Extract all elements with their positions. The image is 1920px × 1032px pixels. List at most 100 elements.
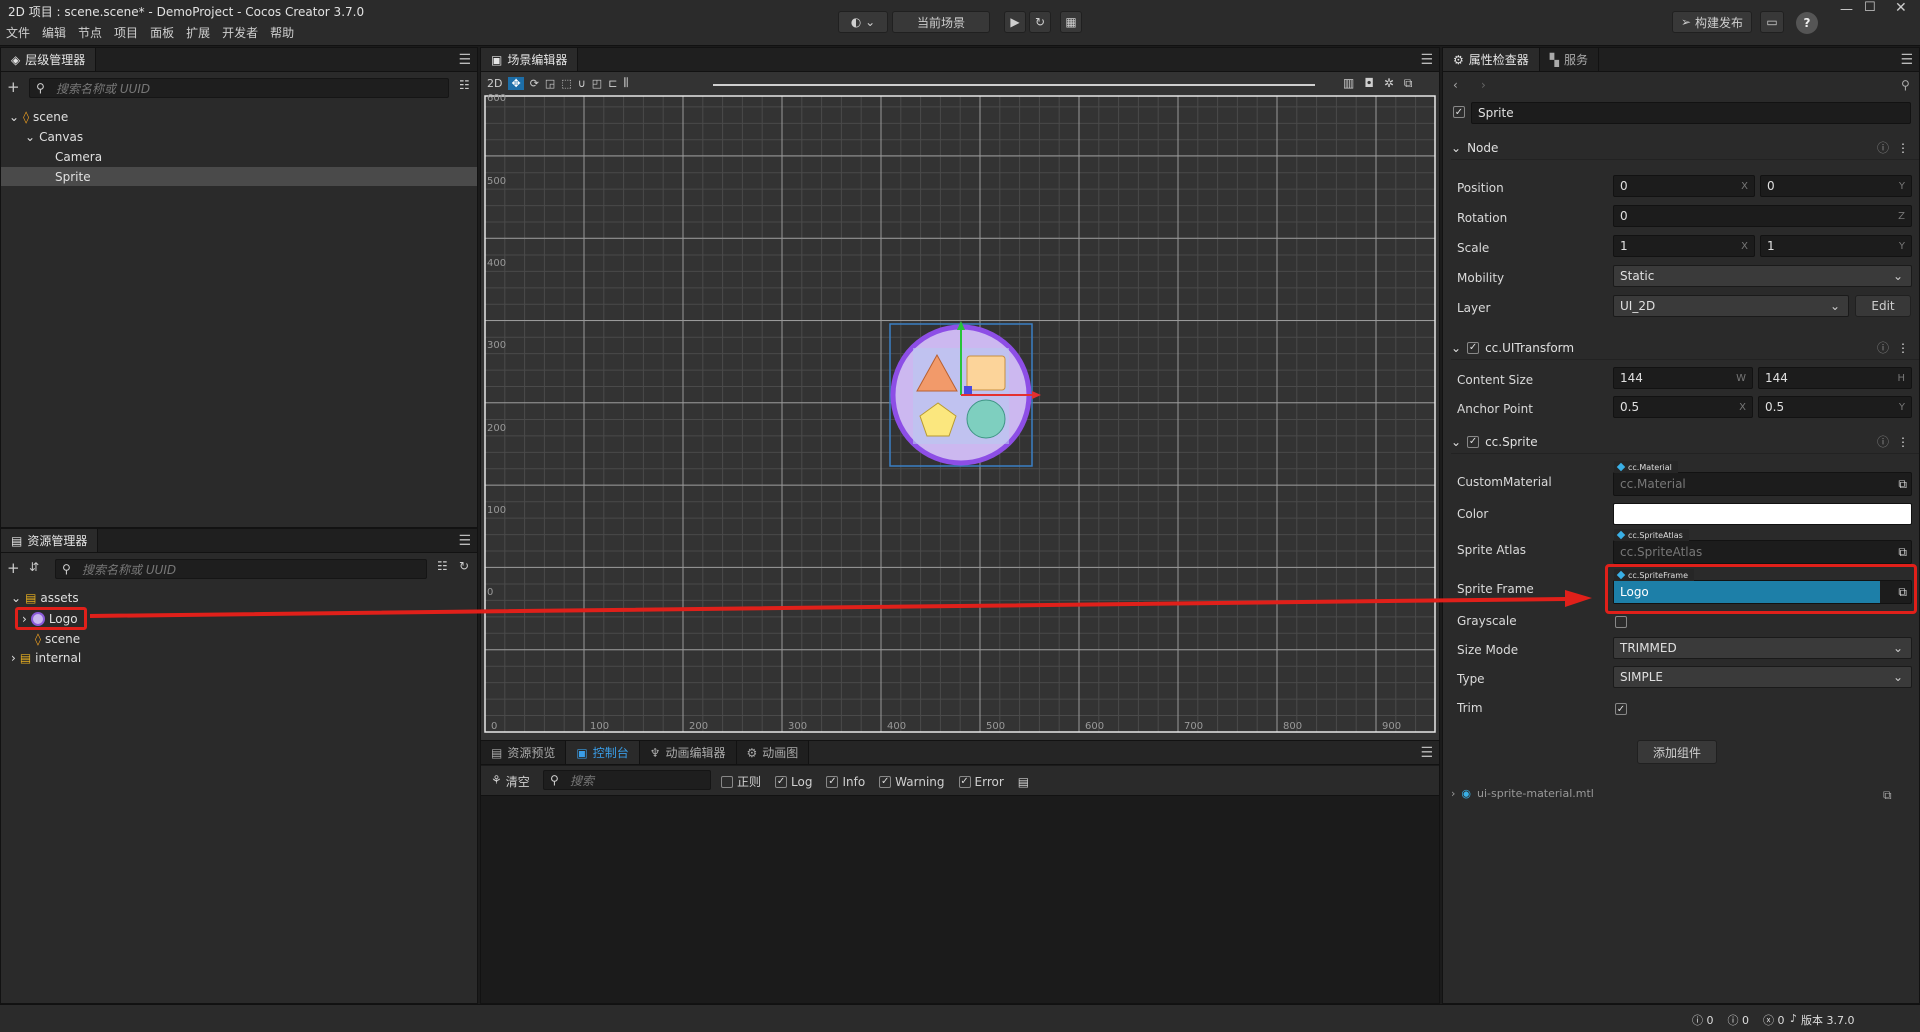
menu-edit[interactable]: 编辑	[42, 24, 66, 41]
tab-console[interactable]: ▣ 控制台	[566, 741, 640, 764]
rotate-tool-icon[interactable]: ⟳	[530, 77, 539, 90]
grayscale-checkbox[interactable]	[1615, 616, 1627, 628]
help-icon[interactable]: ⓘ	[1877, 433, 1889, 450]
type-select[interactable]: SIMPLE ⌄	[1613, 666, 1912, 688]
snap-icon[interactable]: ◰	[592, 77, 602, 90]
custom-material-field[interactable]: cc.Material cc.Material ⧉	[1613, 461, 1912, 496]
asset-picker-icon[interactable]: ⧉	[1898, 585, 1907, 600]
list-options-icon[interactable]: ☷	[437, 559, 448, 573]
tab-assets[interactable]: ▤ 资源管理器	[1, 529, 99, 552]
qrcode-button[interactable]: ▦	[1060, 11, 1082, 33]
checkbox[interactable]: ✓	[775, 775, 788, 788]
tree-item-scene[interactable]: ⌄ ◊ scene	[9, 107, 68, 126]
more-icon[interactable]: ⋮	[1897, 141, 1909, 155]
position-x-input[interactable]: 0X	[1613, 175, 1755, 197]
asset-item-internal[interactable]: › ▤ internal	[11, 648, 81, 667]
trim-checkbox[interactable]: ✓	[1615, 703, 1627, 715]
filter-error[interactable]: ✓ Error	[958, 775, 1004, 789]
scale-x-input[interactable]: 1X	[1613, 235, 1755, 257]
panel-menu-icon[interactable]: ☰	[1420, 52, 1433, 68]
align-icon[interactable]: ⊏	[608, 77, 617, 90]
warning-count[interactable]: ⓘ 0	[1728, 1012, 1750, 1028]
node-section-header[interactable]: ⌄ Node ⓘ ⋮	[1451, 136, 1919, 160]
component-enabled-checkbox[interactable]: ✓	[1467, 341, 1480, 354]
add-node-icon[interactable]: +	[7, 78, 20, 96]
menu-project[interactable]: 项目	[114, 24, 138, 41]
uitransform-section-header[interactable]: ⌄ ✓ cc.UITransform ⓘ ⋮	[1451, 336, 1919, 360]
copy-icon[interactable]: ⧉	[1883, 788, 1892, 803]
menu-developer[interactable]: 开发者	[222, 24, 258, 41]
close-icon[interactable]: ✕	[1895, 0, 1907, 16]
anchor-x-input[interactable]: 0.5 X	[1613, 396, 1753, 418]
maximize-icon[interactable]: ☐	[1864, 0, 1876, 15]
log-file-icon[interactable]: ▤	[1018, 775, 1029, 789]
menu-panel[interactable]: 面板	[150, 24, 174, 41]
console-search-input[interactable]: ⚲ 搜索	[543, 770, 711, 790]
rotation-input[interactable]: 0Z	[1613, 205, 1912, 227]
sprite-frame-field[interactable]: cc.SpriteFrame Logo ⧉	[1613, 569, 1912, 604]
component-enabled-checkbox[interactable]: ✓	[1467, 435, 1480, 448]
scale-y-input[interactable]: 1Y	[1760, 235, 1912, 257]
distribute-icon[interactable]: ⫼	[623, 76, 628, 90]
anchor-y-input[interactable]: 0.5 Y	[1758, 396, 1912, 418]
filter-regex[interactable]: 正则	[721, 773, 761, 790]
asset-item-scene[interactable]: ◊ scene	[35, 629, 80, 648]
folder-button[interactable]: ▭	[1760, 11, 1784, 33]
refresh-icon[interactable]: ↻	[459, 559, 469, 573]
node-active-checkbox[interactable]: ✓	[1453, 106, 1465, 118]
camera-icon[interactable]: ◘	[1364, 76, 1374, 91]
sprite-atlas-field[interactable]: cc.SpriteAtlas cc.SpriteAtlas ⧉	[1613, 529, 1912, 564]
error-count[interactable]: ⓧ 0	[1763, 1012, 1785, 1028]
add-component-button[interactable]: 添加组件	[1637, 740, 1717, 764]
asset-picker-icon[interactable]: ⧉	[1898, 545, 1907, 560]
filter-log[interactable]: ✓ Log	[775, 775, 812, 789]
tree-item-canvas[interactable]: ⌄ Canvas	[25, 127, 83, 146]
color-swatch[interactable]	[1613, 503, 1912, 525]
position-y-input[interactable]: 0Y	[1760, 175, 1912, 197]
settings-icon[interactable]: ✲	[1384, 76, 1394, 91]
checkbox[interactable]: ✓	[958, 775, 971, 788]
checkbox[interactable]: ✓	[879, 775, 892, 788]
asset-item-logo[interactable]: › Logo	[15, 607, 87, 630]
panel-menu-icon[interactable]: ☰	[458, 533, 471, 549]
menu-file[interactable]: 文件	[6, 24, 30, 41]
panel-menu-icon[interactable]: ☰	[458, 52, 471, 68]
node-name-input[interactable]: Sprite	[1471, 102, 1911, 124]
tab-animation-graph[interactable]: ⚙ 动画图	[736, 741, 810, 764]
tab-inspector[interactable]: ⚙ 属性检查器	[1443, 48, 1540, 71]
assets-search-input[interactable]: ⚲ 搜索名称或 UUID	[55, 559, 427, 579]
sort-icon[interactable]: ⇵	[29, 560, 39, 574]
minimize-icon[interactable]: —	[1840, 2, 1853, 17]
tab-hierarchy[interactable]: ◈ 层级管理器	[1, 48, 97, 71]
play-button[interactable]: ▶	[1004, 11, 1026, 33]
pin-icon[interactable]: ⚲	[1901, 78, 1910, 92]
build-button[interactable]: ➢ 构建发布	[1672, 11, 1752, 33]
clear-button[interactable]: ⚘ 清空	[491, 773, 530, 790]
material-row[interactable]: › ◉ ui-sprite-material.mtl	[1451, 787, 1594, 800]
size-mode-select[interactable]: TRIMMED ⌄	[1613, 637, 1912, 659]
info-count[interactable]: ⓘ 0	[1692, 1012, 1714, 1028]
panel-menu-icon[interactable]: ☰	[1420, 745, 1433, 761]
forward-icon[interactable]: ›	[1481, 78, 1486, 92]
mode-2d-toggle[interactable]: 2D	[487, 77, 502, 90]
tab-animation-editor[interactable]: ♆ 动画编辑器	[639, 741, 737, 764]
menu-extension[interactable]: 扩展	[186, 24, 210, 41]
asset-picker-icon[interactable]: ⧉	[1898, 477, 1907, 492]
tab-scene-editor[interactable]: ▣ 场景编辑器	[481, 48, 579, 71]
back-icon[interactable]: ‹	[1453, 78, 1458, 92]
content-width-input[interactable]: 144 W	[1613, 367, 1753, 389]
layout-icon[interactable]: ▥	[1343, 76, 1354, 91]
content-height-input[interactable]: 144 H	[1758, 367, 1912, 389]
tab-services[interactable]: ▚ 服务	[1539, 48, 1600, 71]
hierarchy-search-input[interactable]: ⚲ 搜索名称或 UUID	[29, 78, 449, 98]
more-icon[interactable]: ⋮	[1897, 341, 1909, 355]
scene-viewport[interactable]	[481, 92, 1439, 740]
help-icon[interactable]: ⓘ	[1877, 139, 1889, 156]
platform-select[interactable]: ◐ ⌄	[838, 11, 888, 33]
scale-tool-icon[interactable]: ◲	[545, 77, 555, 90]
mobility-select[interactable]: Static ⌄	[1613, 265, 1912, 287]
tab-asset-preview[interactable]: ▤ 资源预览	[481, 741, 567, 764]
filter-warning[interactable]: ✓ Warning	[879, 775, 945, 789]
checkbox[interactable]: ✓	[826, 775, 839, 788]
rect-tool-icon[interactable]: ⬚	[561, 77, 571, 90]
